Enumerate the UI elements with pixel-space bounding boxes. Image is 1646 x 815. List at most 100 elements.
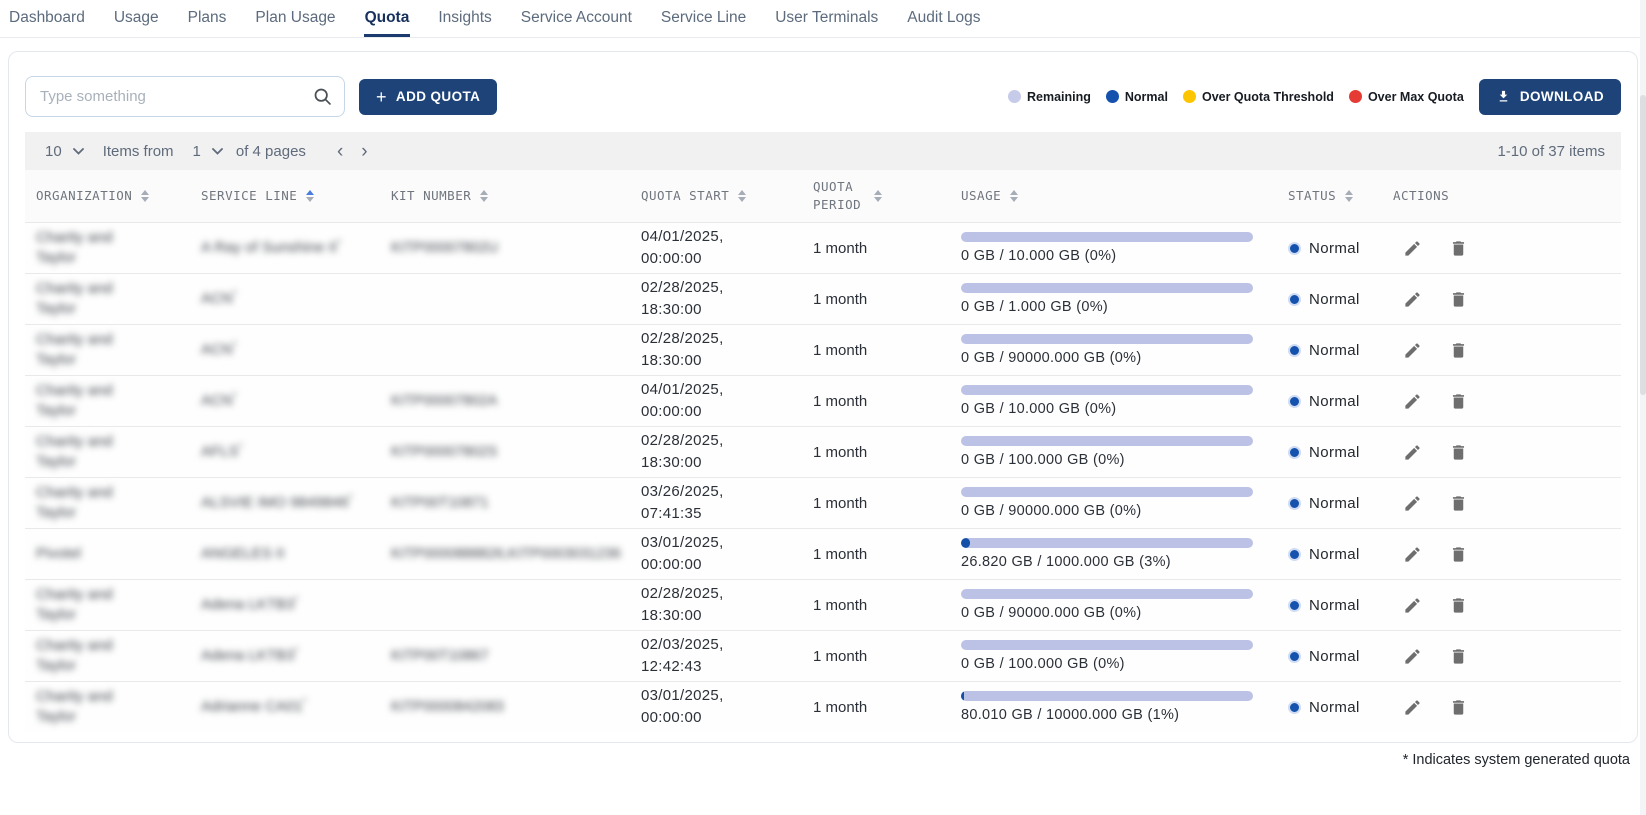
nav-item-user-terminals[interactable]: User Terminals (774, 0, 879, 37)
nav-item-quota[interactable]: Quota (364, 0, 411, 37)
actions-cell (1393, 596, 1621, 615)
column-header-service-line[interactable]: SERVICE LINE (201, 187, 391, 205)
status-dot-icon (1288, 242, 1301, 255)
quota-period-cell: 1 month (813, 291, 961, 308)
edit-icon[interactable] (1403, 545, 1422, 564)
scrollbar-thumb[interactable] (1640, 95, 1646, 395)
quota-period-cell: 1 month (813, 393, 961, 410)
nav-item-plans[interactable]: Plans (187, 0, 228, 37)
usage-cell: 0 GB / 90000.000 GB (0%) (961, 334, 1288, 366)
status-badge: Normal (1288, 393, 1393, 410)
sort-icon (480, 190, 488, 202)
nav-item-service-line[interactable]: Service Line (660, 0, 747, 37)
edit-icon[interactable] (1403, 341, 1422, 360)
delete-icon[interactable] (1449, 239, 1468, 258)
nav-item-dashboard[interactable]: Dashboard (8, 0, 86, 37)
nav-item-usage[interactable]: Usage (113, 0, 160, 37)
page-size-select[interactable]: 10 (45, 143, 84, 160)
column-header-organization[interactable]: ORGANIZATION (36, 187, 201, 205)
nav-item-service-account[interactable]: Service Account (520, 0, 633, 37)
usage-bar (961, 589, 1253, 599)
status-badge: Normal (1288, 495, 1393, 512)
column-header-quota-start[interactable]: QUOTA START (641, 187, 813, 205)
download-label: DOWNLOAD (1520, 89, 1604, 104)
usage-cell: 0 GB / 10.000 GB (0%) (961, 385, 1288, 417)
table-row: Charity and Taylor ALSVIE IMO 9849846* K… (25, 477, 1621, 528)
edit-icon[interactable] (1403, 647, 1422, 666)
edit-icon[interactable] (1403, 494, 1422, 513)
remaining-dot-icon (1008, 90, 1021, 103)
usage-bar (961, 487, 1253, 497)
usage-cell: 26.820 GB / 1000.000 GB (3%) (961, 538, 1288, 570)
column-header-kit-number[interactable]: KIT NUMBER (391, 187, 641, 205)
quota-start-cell: 02/28/2025,18:30:00 (641, 277, 813, 322)
quota-start-cell: 02/28/2025,18:30:00 (641, 328, 813, 373)
column-header-actions: ACTIONS (1393, 187, 1621, 205)
status-dot-icon (1288, 701, 1301, 714)
scrollbar[interactable] (1640, 0, 1646, 815)
service-line-cell: A Ray of Sunshine II* (201, 237, 356, 258)
delete-icon[interactable] (1449, 545, 1468, 564)
quota-start-cell: 03/26/2025,07:41:35 (641, 481, 813, 526)
edit-icon[interactable] (1403, 392, 1422, 411)
usage-bar (961, 640, 1253, 650)
nav-item-audit-logs[interactable]: Audit Logs (906, 0, 981, 37)
column-header-usage[interactable]: USAGE (961, 187, 1288, 205)
items-from-label: Items from (103, 143, 174, 160)
download-button[interactable]: DOWNLOAD (1479, 79, 1621, 115)
edit-icon[interactable] (1403, 290, 1422, 309)
table-header: ORGANIZATION SERVICE LINE KIT NUMBER QUO… (25, 170, 1621, 222)
nav-item-insights[interactable]: Insights (437, 0, 492, 37)
delete-icon[interactable] (1449, 290, 1468, 309)
delete-icon[interactable] (1449, 494, 1468, 513)
page-select[interactable]: 1 (193, 143, 223, 160)
table-row: Charity and Taylor ACN* 02/28/2025,18:30… (25, 273, 1621, 324)
table-row: Charity and Taylor Adena LKTB3* KITP00T1… (25, 630, 1621, 681)
table-row: Charity and Taylor ACN* 02/28/2025,18:30… (25, 324, 1621, 375)
status-badge: Normal (1288, 342, 1393, 359)
delete-icon[interactable] (1449, 443, 1468, 462)
column-header-quota-period[interactable]: QUOTA PERIOD (813, 178, 961, 214)
next-page-icon[interactable]: › (361, 142, 367, 161)
search-input[interactable] (25, 76, 345, 117)
page-value: 1 (193, 143, 201, 160)
quota-period-cell: 1 month (813, 495, 961, 512)
download-icon (1496, 89, 1511, 104)
add-quota-button[interactable]: + ADD QUOTA (359, 79, 497, 115)
quota-period-cell: 1 month (813, 648, 961, 665)
organization-cell: Charity and Taylor (36, 432, 136, 473)
delete-icon[interactable] (1449, 392, 1468, 411)
edit-icon[interactable] (1403, 443, 1422, 462)
edit-icon[interactable] (1403, 698, 1422, 717)
edit-icon[interactable] (1403, 239, 1422, 258)
quota-start-cell: 03/01/2025,00:00:00 (641, 532, 813, 577)
status-dot-icon (1288, 293, 1301, 306)
quota-period-cell: 1 month (813, 342, 961, 359)
quota-period-cell: 1 month (813, 546, 961, 563)
search-icon[interactable] (312, 86, 333, 112)
status-legend: Remaining Normal Over Quota Threshold Ov… (1008, 90, 1464, 104)
organization-cell: Charity and Taylor (36, 330, 136, 371)
edit-icon[interactable] (1403, 596, 1422, 615)
delete-icon[interactable] (1449, 341, 1468, 360)
column-header-status[interactable]: STATUS (1288, 187, 1393, 205)
actions-cell (1393, 647, 1621, 666)
service-line-cell: Adena LKTB3* (201, 645, 356, 666)
normal-dot-icon (1106, 90, 1119, 103)
delete-icon[interactable] (1449, 647, 1468, 666)
quota-start-cell: 02/03/2025,12:42:43 (641, 634, 813, 679)
top-nav: Dashboard Usage Plans Plan Usage Quota I… (0, 0, 1646, 38)
delete-icon[interactable] (1449, 596, 1468, 615)
actions-cell (1393, 392, 1621, 411)
usage-cell: 0 GB / 1.000 GB (0%) (961, 283, 1288, 315)
kit-number-cell: KITP00T10867 (391, 648, 641, 664)
prev-page-icon[interactable]: ‹ (337, 142, 343, 161)
quota-period-cell: 1 month (813, 597, 961, 614)
sort-icon (738, 190, 746, 202)
legend-item-normal: Normal (1106, 90, 1168, 104)
nav-item-plan-usage[interactable]: Plan Usage (254, 0, 336, 37)
usage-bar (961, 334, 1253, 344)
service-line-cell: Adena LKTB3* (201, 594, 356, 615)
delete-icon[interactable] (1449, 698, 1468, 717)
status-badge: Normal (1288, 291, 1393, 308)
